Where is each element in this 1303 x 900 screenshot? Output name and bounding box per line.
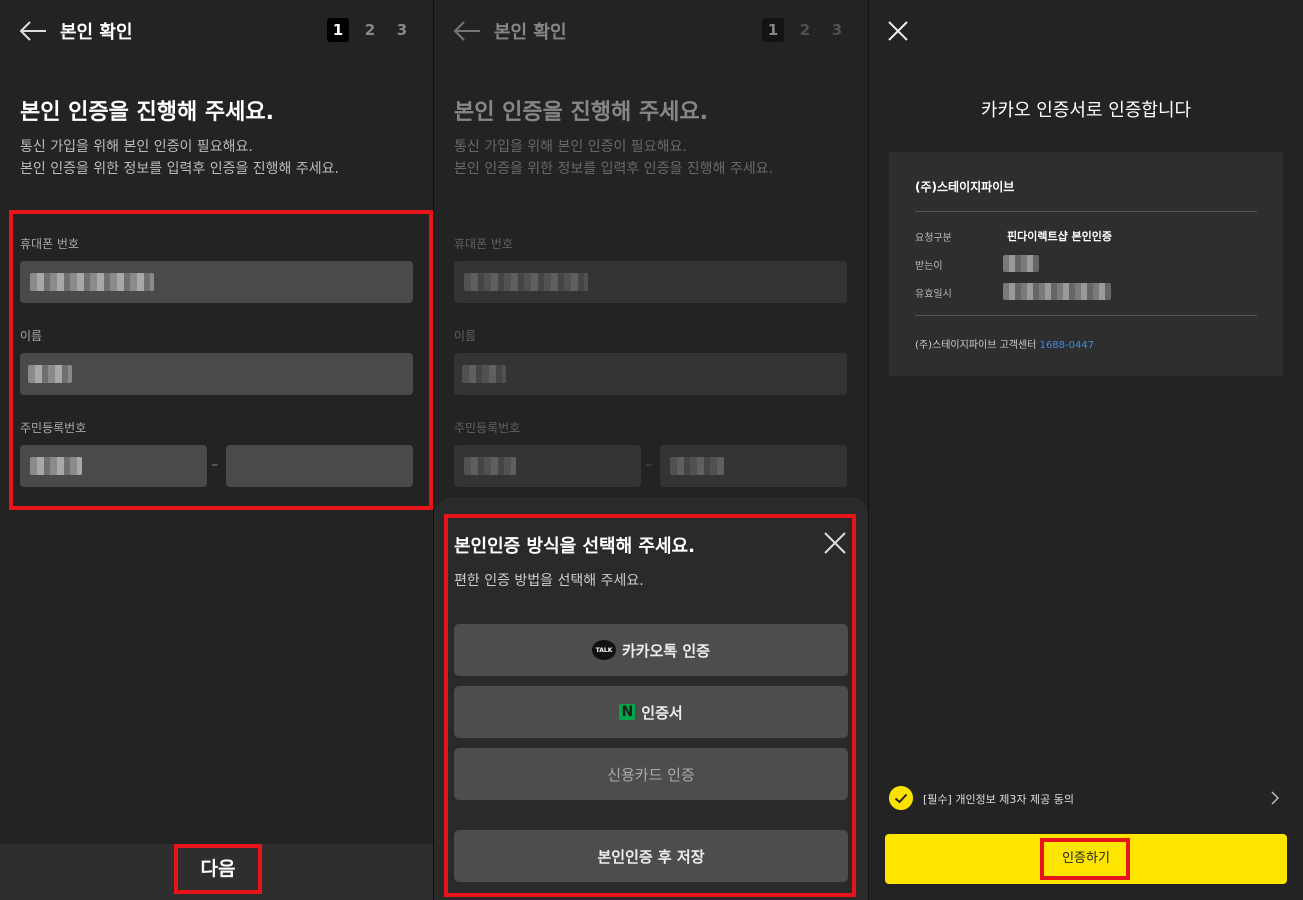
rrn-front-input[interactable] bbox=[20, 445, 207, 487]
redacted-recipient bbox=[1003, 255, 1039, 272]
rrn-front-input bbox=[454, 445, 641, 487]
chevron-right-icon[interactable] bbox=[1269, 790, 1281, 806]
redacted-name bbox=[462, 365, 506, 383]
redacted-validity bbox=[1003, 283, 1111, 300]
page-title: 본인 확인 bbox=[60, 22, 133, 43]
credit-card-auth-label: 신용카드 인증 bbox=[607, 765, 695, 784]
method-select-panel: 본인 확인 1 2 3 본인 인증을 진행해 주세요. 통신 가입을 위해 본인… bbox=[434, 0, 868, 900]
header: 본인 확인 1 2 3 bbox=[434, 0, 868, 64]
back-arrow-icon[interactable] bbox=[452, 18, 482, 44]
step-indicator: 1 2 3 bbox=[327, 18, 413, 42]
description-line-1: 통신 가입을 위해 본인 인증이 필요해요. bbox=[20, 139, 253, 155]
redacted-phone bbox=[30, 273, 154, 291]
name-input bbox=[454, 353, 847, 395]
step-2: 2 bbox=[799, 21, 811, 39]
customer-center-label: (주)스테이지파이브 고객센터 bbox=[915, 340, 1037, 351]
page-title: 카카오 인증서로 인증합니다 bbox=[980, 100, 1192, 121]
request-type-value: 핀다이렉트샵 본인인증 bbox=[1007, 230, 1113, 243]
request-type-key: 요청구분 bbox=[915, 233, 952, 244]
sheet-title: 본인인증 방식을 선택해 주세요. bbox=[454, 536, 695, 557]
phone-label: 휴대폰 번호 bbox=[20, 237, 80, 251]
sheet-description: 편한 인증 방법을 선택해 주세요. bbox=[454, 573, 644, 589]
phone-input[interactable] bbox=[20, 261, 413, 303]
redacted-name bbox=[28, 365, 72, 383]
recipient-key: 받는이 bbox=[915, 261, 943, 272]
main-heading: 본인 인증을 진행해 주세요. bbox=[20, 100, 274, 125]
description-line-1: 통신 가입을 위해 본인 인증이 필요해요. bbox=[454, 139, 687, 155]
name-label: 이름 bbox=[454, 329, 477, 343]
step-1: 1 bbox=[762, 18, 784, 42]
redacted-rrn-front bbox=[30, 457, 82, 475]
redacted-rrn-back bbox=[670, 457, 724, 475]
naver-icon: N bbox=[619, 704, 636, 720]
auth-and-save-label: 본인인증 후 저장 bbox=[597, 847, 705, 866]
naver-cert-label: 인증서 bbox=[641, 703, 683, 722]
kakaotalk-auth-button[interactable]: TALK 카카오톡 인증 bbox=[454, 624, 848, 676]
rrn-label: 주민등록번호 bbox=[454, 421, 521, 435]
main-heading: 본인 인증을 진행해 주세요. bbox=[454, 100, 708, 125]
naver-cert-button[interactable]: N 인증서 bbox=[454, 686, 848, 738]
kakaotalk-auth-label: 카카오톡 인증 bbox=[621, 641, 711, 660]
customer-center-phone[interactable]: 1688-0447 bbox=[1040, 340, 1095, 351]
description-line-2: 본인 인증을 위한 정보를 입력후 인증을 진행해 주세요. bbox=[454, 161, 773, 177]
step-3: 3 bbox=[396, 21, 408, 39]
rrn-separator: – bbox=[211, 457, 218, 473]
header: 본인 확인 1 2 3 bbox=[0, 0, 433, 64]
next-button[interactable]: 다음 bbox=[176, 846, 260, 892]
divider bbox=[915, 211, 1257, 212]
divider bbox=[915, 315, 1257, 316]
request-info-card: (주)스테이지파이브 요청구분 핀다이렉트샵 본인인증 받는이 유효일시 (주)… bbox=[889, 152, 1283, 376]
company-name: (주)스테이지파이브 bbox=[915, 180, 1015, 194]
credit-card-auth-button[interactable]: 신용카드 인증 bbox=[454, 748, 848, 800]
rrn-label: 주민등록번호 bbox=[20, 421, 87, 435]
name-input[interactable] bbox=[20, 353, 413, 395]
step-3: 3 bbox=[831, 21, 843, 39]
step-indicator: 1 2 3 bbox=[762, 18, 848, 42]
redacted-phone bbox=[464, 273, 588, 291]
redacted-rrn-front bbox=[464, 457, 516, 475]
rrn-back-input[interactable] bbox=[226, 445, 413, 487]
description-line-2: 본인 인증을 위한 정보를 입력후 인증을 진행해 주세요. bbox=[20, 161, 339, 177]
kakaotalk-icon: TALK bbox=[591, 640, 616, 660]
consent-text: [필수] 개인정보 제3자 제공 동의 bbox=[923, 793, 1075, 806]
identity-form-panel: 본인 확인 1 2 3 본인 인증을 진행해 주세요. 통신 가입을 위해 본인… bbox=[0, 0, 433, 900]
consent-row[interactable]: [필수] 개인정보 제3자 제공 동의 bbox=[889, 786, 1289, 810]
rrn-back-input bbox=[660, 445, 847, 487]
close-icon[interactable] bbox=[822, 530, 848, 556]
close-icon[interactable] bbox=[887, 20, 909, 42]
description: 통신 가입을 위해 본인 인증이 필요해요. 본인 인증을 위한 정보를 입력후… bbox=[454, 136, 773, 180]
page-title: 본인 확인 bbox=[494, 22, 567, 43]
step-1: 1 bbox=[327, 18, 349, 42]
auth-and-save-button[interactable]: 본인인증 후 저장 bbox=[454, 830, 848, 882]
validity-key: 유효일시 bbox=[915, 289, 952, 300]
phone-input bbox=[454, 261, 847, 303]
check-circle-icon[interactable] bbox=[889, 786, 913, 810]
kakao-cert-panel: 카카오 인증서로 인증합니다 (주)스테이지파이브 요청구분 핀다이렉트샵 본인… bbox=[869, 0, 1303, 900]
name-label: 이름 bbox=[20, 329, 43, 343]
step-2: 2 bbox=[364, 21, 376, 39]
description: 통신 가입을 위해 본인 인증이 필요해요. 본인 인증을 위한 정보를 입력후… bbox=[20, 136, 339, 180]
back-arrow-icon[interactable] bbox=[18, 18, 48, 44]
authenticate-button[interactable]: 인증하기 bbox=[885, 834, 1287, 884]
customer-center: (주)스테이지파이브 고객센터 1688-0447 bbox=[915, 336, 1094, 351]
rrn-separator: – bbox=[645, 457, 652, 473]
phone-label: 휴대폰 번호 bbox=[454, 237, 514, 251]
